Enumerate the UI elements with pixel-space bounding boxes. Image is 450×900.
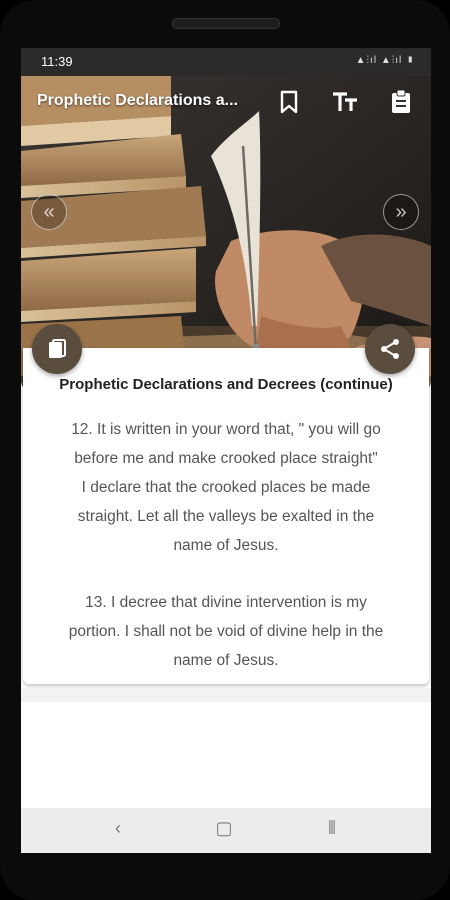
share-fab-button[interactable] xyxy=(365,324,415,374)
bookmarks-icon xyxy=(49,339,66,358)
paragraph-line: I declare that the crooked places be mad… xyxy=(81,479,371,496)
status-time: 11:39 xyxy=(41,54,73,69)
article-heading: Prophetic Declarations and Decrees (cont… xyxy=(59,376,393,393)
clipboard-icon[interactable] xyxy=(387,88,415,116)
previous-arrow-icon: « xyxy=(43,200,55,223)
bookmark-icon[interactable] xyxy=(275,88,303,116)
nav-recents-button[interactable]: ⦀ xyxy=(317,818,347,842)
nav-home-button[interactable]: ▢ xyxy=(209,818,239,842)
nav-back-button[interactable]: ‹ xyxy=(103,818,133,842)
article-paragraph-12: 12. It is written in your word that, " y… xyxy=(43,415,409,560)
paragraph-line: name of Jesus. xyxy=(173,537,279,554)
next-arrow-button[interactable]: » xyxy=(383,194,419,230)
status-indicators: ▲⫶ıl ▲⫶ıl ▮ xyxy=(355,55,415,66)
text-size-icon[interactable] xyxy=(331,88,359,116)
bookmark-fab-button[interactable] xyxy=(32,324,82,374)
card-bottom-divider xyxy=(21,688,431,702)
paragraph-line: straight. Let all the valleys be exalted… xyxy=(77,508,375,525)
paragraph-line: before me and make crooked place straigh… xyxy=(74,450,378,467)
toolbar-title: Prophetic Declarations a... xyxy=(37,92,238,109)
next-arrow-icon: » xyxy=(395,200,407,223)
share-icon xyxy=(381,339,399,359)
system-nav-bar: ‹ ▢ ⦀ xyxy=(21,808,431,853)
phone-frame: 11:39 ▲⫶ıl ▲⫶ıl ▮ Prophetic Declarations… xyxy=(0,0,450,900)
article-paragraph-13: 13. I decree that divine intervention is… xyxy=(43,588,409,675)
paragraph-line: 12. It is written in your word that, " y… xyxy=(71,421,381,438)
paragraph-line: name of Jesus. xyxy=(173,652,279,669)
previous-arrow-button[interactable]: « xyxy=(31,194,67,230)
paragraph-line: 13. I decree that divine intervention is… xyxy=(85,594,367,611)
speaker-grille xyxy=(172,18,280,29)
app-screen: 11:39 ▲⫶ıl ▲⫶ıl ▮ Prophetic Declarations… xyxy=(21,48,431,853)
paragraph-line: portion. I shall not be void of divine h… xyxy=(68,623,384,640)
status-bar: 11:39 ▲⫶ıl ▲⫶ıl ▮ xyxy=(21,48,431,76)
